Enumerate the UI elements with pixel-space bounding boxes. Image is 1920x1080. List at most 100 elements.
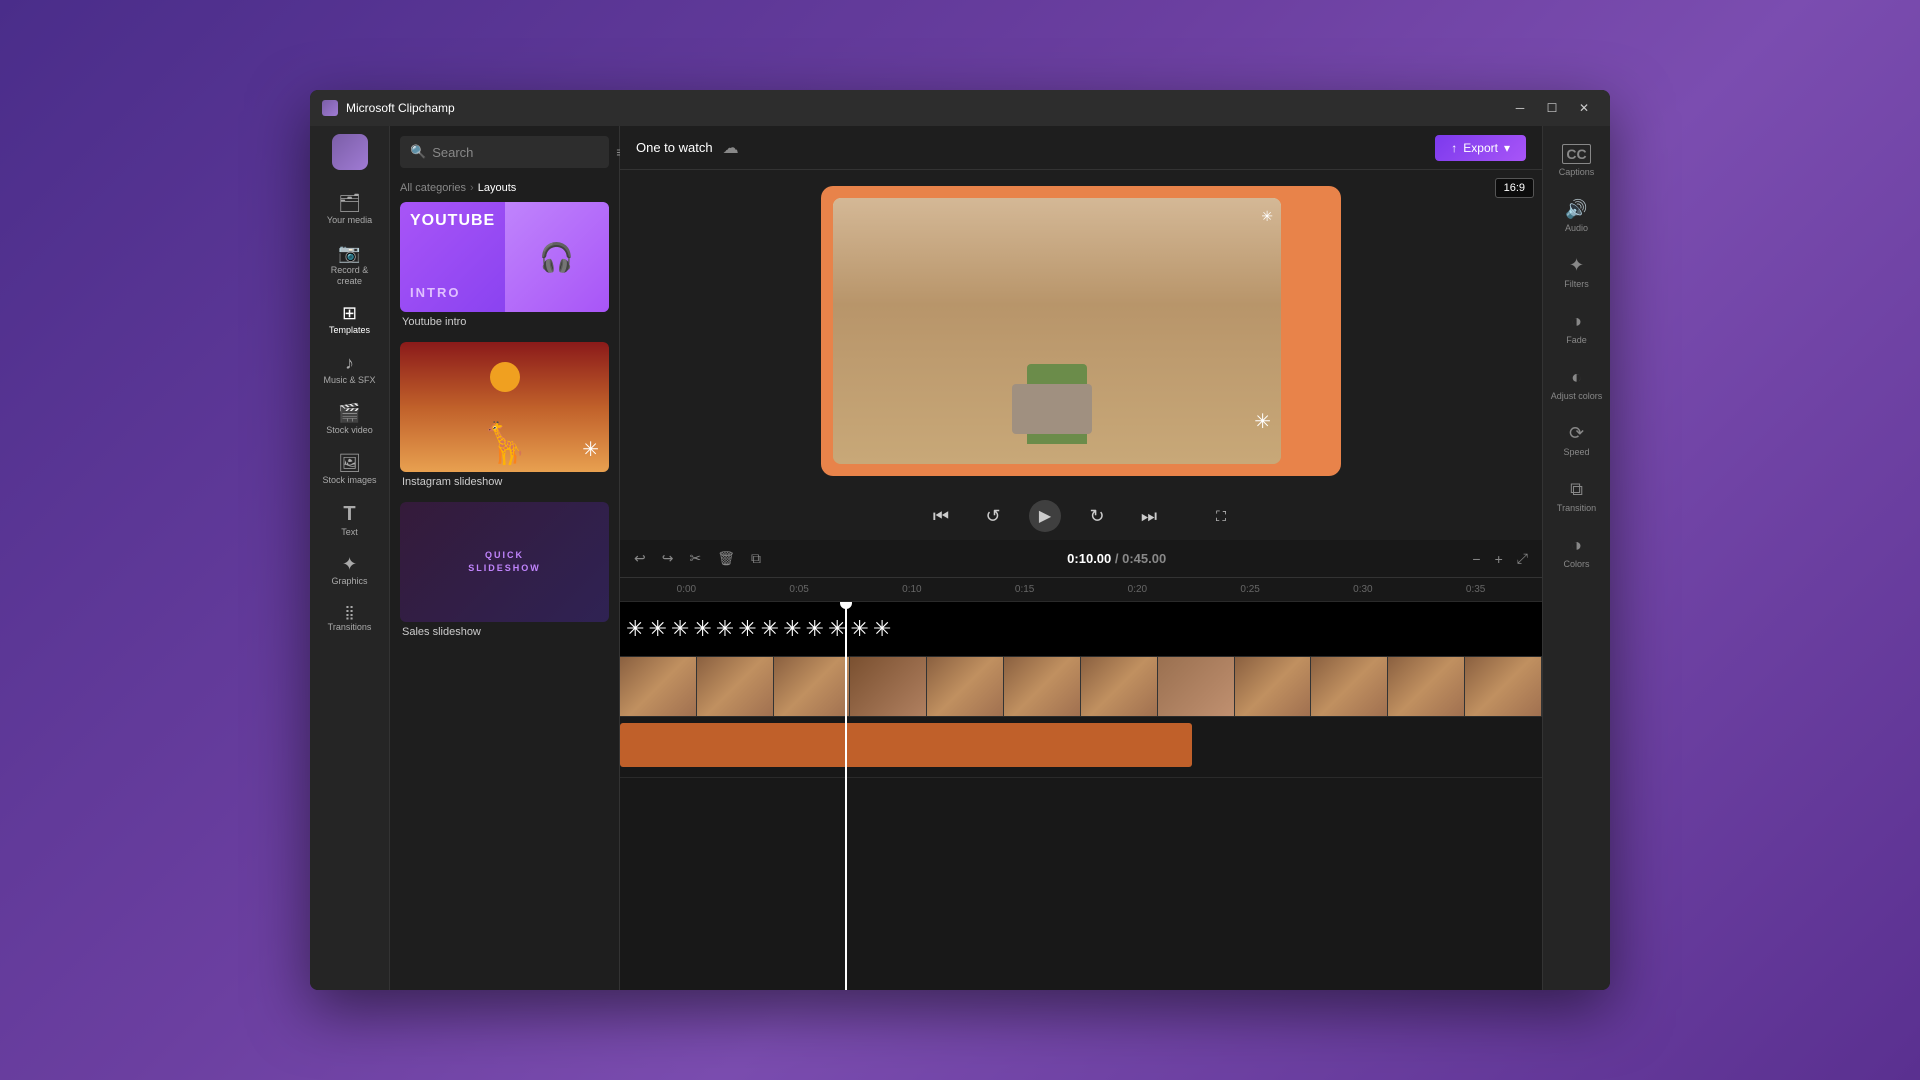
right-tool-label-fade: Fade bbox=[1566, 335, 1587, 345]
right-tool-label-speed: Speed bbox=[1563, 447, 1589, 457]
speed-icon: ⟳ bbox=[1569, 423, 1584, 444]
search-input[interactable] bbox=[432, 145, 608, 160]
ruler-mark-4: 0:20 bbox=[1081, 584, 1194, 595]
sidebar-item-label-templates: Templates bbox=[329, 325, 370, 336]
minimize-button[interactable]: ─ bbox=[1506, 98, 1534, 118]
sidebar-item-stock-images[interactable]: 🖼 Stock images bbox=[314, 446, 386, 494]
sidebar-item-label-record-create: Record & create bbox=[318, 265, 382, 287]
playhead bbox=[845, 602, 847, 990]
icon-sidebar: 🗂 Your media 📷 Record & create ⊞ Templat… bbox=[310, 126, 390, 990]
right-tool-label-filters: Filters bbox=[1564, 279, 1589, 289]
track-overlay[interactable] bbox=[620, 723, 1542, 778]
skip-back-button[interactable]: ⏮ bbox=[925, 500, 957, 532]
sidebar-item-your-media[interactable]: 🗂 Your media bbox=[314, 186, 386, 234]
app-icon bbox=[322, 100, 338, 116]
ruler-mark-3: 0:15 bbox=[968, 584, 1081, 595]
sidebar-item-label-your-media: Your media bbox=[327, 215, 372, 226]
zoom-out-button[interactable]: − bbox=[1468, 547, 1484, 571]
sidebar-item-label-graphics: Graphics bbox=[331, 576, 367, 587]
ruler-mark-6: 0:30 bbox=[1307, 584, 1420, 595]
sidebar-item-stock-video[interactable]: 🎬 Stock video bbox=[314, 396, 386, 444]
track-snowflakes: ✳ ✳ ✳ ✳ ✳ ✳ ✳ ✳ ✳ ✳ ✳ ✳ bbox=[620, 602, 1542, 656]
template-item-insta[interactable]: 🦒 ✳ Instagram slideshow bbox=[400, 342, 609, 492]
current-time: 0:10.00 bbox=[1067, 551, 1111, 566]
right-tool-label-transition: Transition bbox=[1557, 503, 1596, 513]
track-animation: ✳ ✳ ✳ ✳ ✳ ✳ ✳ ✳ ✳ ✳ ✳ ✳ bbox=[620, 602, 1542, 657]
sidebar-item-label-music-sfx: Music & SFX bbox=[323, 375, 375, 386]
templates-grid: YOUTUBE INTRO 🎧 Youtube intro 🦒 ✳ Instag… bbox=[390, 202, 619, 990]
expand-timeline-button[interactable]: ⤢ bbox=[1513, 546, 1532, 571]
fullscreen-button[interactable]: ⛶ bbox=[1205, 500, 1237, 532]
preview-video: ✳ ✳ bbox=[821, 186, 1341, 476]
export-button[interactable]: ↑ Export ▾ bbox=[1435, 135, 1526, 161]
right-tool-captions[interactable]: CC Captions bbox=[1547, 134, 1607, 187]
ruler-mark-0: 0:00 bbox=[630, 584, 743, 595]
template-label-insta: Instagram slideshow bbox=[400, 472, 609, 492]
right-tool-filters[interactable]: ✦ Filters bbox=[1547, 245, 1607, 299]
right-tool-adjust-colors[interactable]: ◐ Adjust colors bbox=[1547, 357, 1607, 411]
close-button[interactable]: ✕ bbox=[1570, 98, 1598, 118]
template-thumb-insta: 🦒 ✳ bbox=[400, 342, 609, 472]
right-tool-speed[interactable]: ⟳ Speed bbox=[1547, 413, 1607, 467]
breadcrumb-current: Layouts bbox=[478, 182, 517, 194]
stock-video-icon: 🎬 bbox=[338, 404, 360, 422]
top-bar: One to watch ☁ ↑ Export ▾ bbox=[620, 126, 1542, 170]
duplicate-button[interactable]: ⧉ bbox=[747, 546, 765, 571]
track-video[interactable] bbox=[620, 657, 1542, 717]
right-tool-colors[interactable]: ◑ Colors bbox=[1547, 525, 1607, 579]
ruler-mark-1: 0:05 bbox=[743, 584, 856, 595]
template-item-sales[interactable]: QUICKSLIDESHOW Sales slideshow bbox=[400, 502, 609, 642]
total-time: 0:45.00 bbox=[1122, 551, 1166, 566]
skip-forward-button[interactable]: ⏭ bbox=[1133, 500, 1165, 532]
preview-area: ✳ ✳ 16:9 bbox=[620, 170, 1542, 492]
main-area: One to watch ☁ ↑ Export ▾ bbox=[620, 126, 1542, 990]
search-icon: 🔍 bbox=[410, 144, 426, 160]
breadcrumb-parent[interactable]: All categories bbox=[400, 182, 466, 194]
template-label-youtube: Youtube intro bbox=[400, 312, 609, 332]
forward-button[interactable]: ↻ bbox=[1081, 500, 1113, 532]
template-thumb-youtube: YOUTUBE INTRO 🎧 bbox=[400, 202, 609, 312]
sidebar-item-label-stock-video: Stock video bbox=[326, 425, 373, 436]
maximize-button[interactable]: ☐ bbox=[1538, 98, 1566, 118]
replay-button[interactable]: ↺ bbox=[977, 500, 1009, 532]
zoom-in-button[interactable]: + bbox=[1491, 547, 1507, 571]
your-media-icon: 🗂 bbox=[338, 194, 361, 212]
aspect-ratio-badge: 16:9 bbox=[1495, 178, 1534, 198]
app-title: Microsoft Clipchamp bbox=[346, 101, 1506, 115]
preview-inner: ✳ ✳ bbox=[833, 198, 1281, 464]
adjust-colors-icon: ◐ bbox=[1571, 367, 1582, 388]
stock-images-icon: 🖼 bbox=[338, 454, 361, 472]
delete-button[interactable]: 🗑 bbox=[713, 546, 739, 571]
right-tool-label-captions: Captions bbox=[1559, 167, 1595, 177]
right-tool-fade[interactable]: ◑ Fade bbox=[1547, 301, 1607, 355]
sidebar-item-label-stock-images: Stock images bbox=[322, 475, 376, 486]
sidebar-item-graphics[interactable]: ✦ Graphics bbox=[314, 547, 386, 595]
title-bar: Microsoft Clipchamp ─ ☐ ✕ bbox=[310, 90, 1610, 126]
fade-icon: ◑ bbox=[1571, 311, 1582, 332]
sidebar-item-templates[interactable]: ⊞ Templates bbox=[314, 296, 386, 344]
redo-button[interactable]: ↪ bbox=[658, 546, 678, 571]
captions-icon: CC bbox=[1562, 144, 1590, 164]
right-tool-label-colors: Colors bbox=[1563, 559, 1589, 569]
play-button[interactable]: ▶ bbox=[1029, 500, 1061, 532]
right-tool-label-adjust-colors: Adjust colors bbox=[1551, 391, 1603, 401]
music-sfx-icon: ♪ bbox=[345, 354, 354, 372]
undo-button[interactable]: ↩ bbox=[630, 546, 650, 571]
ruler-mark-2: 0:10 bbox=[856, 584, 969, 595]
right-tool-audio[interactable]: 🔊 Audio bbox=[1547, 189, 1607, 243]
sidebar-item-text[interactable]: T Text bbox=[314, 496, 386, 546]
sidebar-item-label-transitions: Transitions bbox=[328, 622, 372, 633]
text-icon: T bbox=[343, 504, 355, 524]
sidebar-item-record-create[interactable]: 📷 Record & create bbox=[314, 236, 386, 295]
sidebar-item-transitions[interactable]: ⣿ Transitions bbox=[314, 597, 386, 641]
template-item-youtube[interactable]: YOUTUBE INTRO 🎧 Youtube intro bbox=[400, 202, 609, 332]
sidebar-item-music-sfx[interactable]: ♪ Music & SFX bbox=[314, 346, 386, 394]
cut-button[interactable]: ✂ bbox=[685, 546, 705, 571]
right-tool-transition[interactable]: ⧉ Transition bbox=[1547, 469, 1607, 523]
export-label: Export bbox=[1463, 141, 1498, 155]
window-controls: ─ ☐ ✕ bbox=[1506, 98, 1598, 118]
timeline-toolbar: ↩ ↪ ✂ 🗑 ⧉ 0:10.00 / 0:45.00 − + ⤢ bbox=[620, 540, 1542, 578]
project-title: One to watch bbox=[636, 140, 713, 155]
ruler-mark-7: 0:35 bbox=[1419, 584, 1532, 595]
content-panel: 🔍 ≡ All categories › Layouts YOUTUBE INT… bbox=[390, 126, 620, 990]
